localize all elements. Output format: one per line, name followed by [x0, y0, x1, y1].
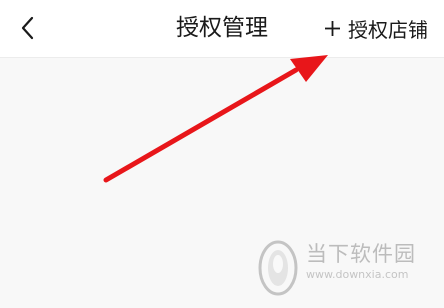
- navigation-bar: 授权管理 授权店铺: [0, 0, 444, 58]
- watermark-url: www.downxia.com: [306, 268, 409, 281]
- back-button[interactable]: [8, 8, 48, 48]
- watermark: 当下软件园 www.downxia.com: [256, 234, 436, 300]
- watermark-logo-icon: [258, 240, 298, 296]
- add-shop-label: 授权店铺: [348, 18, 428, 42]
- watermark-text: 当下软件园: [306, 242, 416, 266]
- screen: 授权管理 授权店铺 当下软件园 www.downxia.com: [0, 0, 444, 308]
- plus-icon: [324, 20, 341, 37]
- add-authorized-shop-button[interactable]: 授权店铺: [324, 0, 428, 57]
- chevron-left-icon: [20, 15, 36, 41]
